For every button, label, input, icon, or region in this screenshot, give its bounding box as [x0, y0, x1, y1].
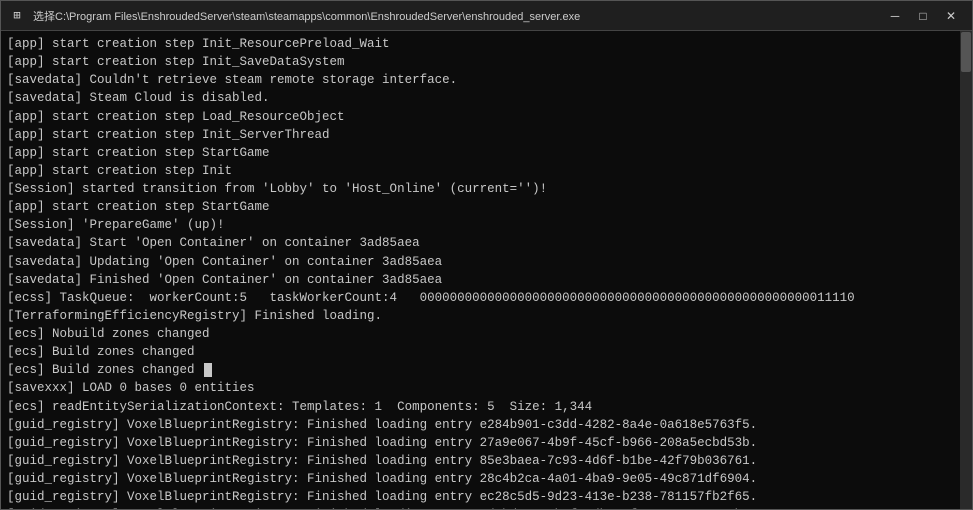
title-bar-left: ⊞ 选择C:\Program Files\EnshroudedServer\st… — [9, 8, 580, 24]
maximize-button[interactable]: □ — [910, 6, 936, 26]
main-window: ⊞ 选择C:\Program Files\EnshroudedServer\st… — [0, 0, 973, 510]
window-title: 选择C:\Program Files\EnshroudedServer\stea… — [33, 8, 580, 24]
console-area: [app] start creation step Init_ResourceP… — [1, 31, 972, 509]
scrollbar[interactable] — [960, 31, 972, 509]
title-bar: ⊞ 选择C:\Program Files\EnshroudedServer\st… — [1, 1, 972, 31]
scrollbar-thumb[interactable] — [961, 32, 971, 72]
title-bar-controls: ─ □ ✕ — [882, 6, 964, 26]
close-button[interactable]: ✕ — [938, 6, 964, 26]
console-output: [app] start creation step Init_ResourceP… — [7, 35, 966, 509]
minimize-button[interactable]: ─ — [882, 6, 908, 26]
app-icon: ⊞ — [9, 8, 25, 24]
